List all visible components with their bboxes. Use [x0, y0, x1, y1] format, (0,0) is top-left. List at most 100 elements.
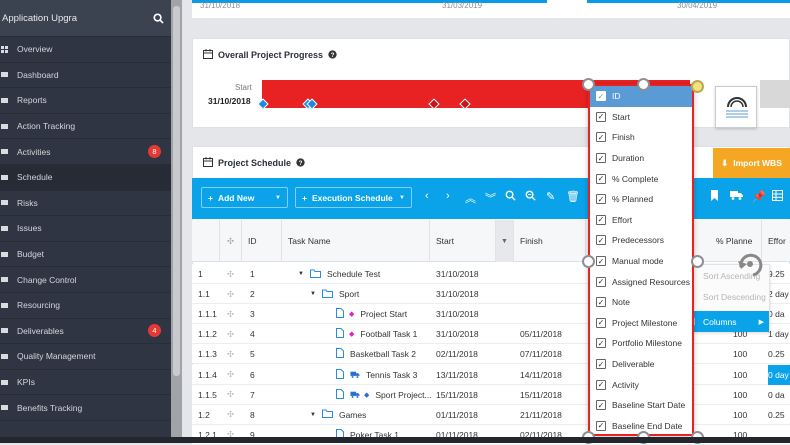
checkbox[interactable]: ✓: [596, 379, 606, 390]
rotate-handle[interactable]: [691, 80, 704, 93]
table-row[interactable]: 1.1.3 ✣ 5 Basketball Task 2 02/11/2018 07/11/…: [192, 344, 790, 365]
checkbox[interactable]: ✓: [596, 214, 606, 225]
columns-menu-item[interactable]: ▥ Columns ▶: [681, 311, 769, 332]
edit-icon[interactable]: ✎: [546, 190, 555, 203]
column-option-complete[interactable]: ✓ % Complete: [590, 168, 692, 189]
checkbox[interactable]: ✓: [596, 132, 606, 143]
floating-widget[interactable]: [715, 86, 757, 128]
delete-icon[interactable]: 🗑: [566, 190, 580, 203]
add-new-button[interactable]: + Add New ▼: [201, 187, 288, 208]
cell-task[interactable]: ◆ Football Task 1: [322, 324, 417, 344]
cell-task[interactable]: ▼ Sport: [310, 284, 359, 304]
cell-task[interactable]: ◆ Project Start: [322, 304, 407, 324]
checkbox[interactable]: ✓: [596, 91, 606, 102]
column-option-duration[interactable]: ✓ Duration: [590, 148, 692, 169]
header-start[interactable]: Start: [430, 220, 496, 262]
sidebar-item-deliverables[interactable]: Deliverables 4: [0, 319, 171, 345]
resize-handle[interactable]: [582, 255, 595, 268]
sidebar-item-resourcing[interactable]: Resourcing: [0, 293, 171, 319]
drag-handle-icon[interactable]: ✣: [227, 304, 234, 324]
column-option-planned[interactable]: ✓ % Planned: [590, 189, 692, 210]
sidebar-item-change-control[interactable]: Change Control: [0, 267, 171, 293]
pin-icon[interactable]: 📌: [752, 190, 766, 203]
checkbox[interactable]: ✓: [596, 256, 606, 267]
checkbox[interactable]: ✓: [596, 194, 606, 205]
search-icon[interactable]: [145, 12, 171, 24]
sidebar-item-budget[interactable]: Budget: [0, 242, 171, 268]
chevron-left-icon[interactable]: ‹: [425, 190, 429, 202]
checkbox[interactable]: ✓: [596, 235, 606, 246]
drag-handle-icon[interactable]: ✣: [227, 284, 234, 304]
table-row[interactable]: 1.2 ✣ 8 ▼ Games 01/11/2018 21/11/2018 100 0.25: [192, 404, 790, 425]
bookmark-icon[interactable]: [710, 190, 719, 204]
checkbox[interactable]: ✓: [596, 317, 606, 328]
column-option-note[interactable]: ✓ Note: [590, 292, 692, 313]
sidebar-item-overview[interactable]: Overview: [0, 37, 171, 63]
expand-all-icon[interactable]: ︾: [485, 190, 496, 206]
checkbox[interactable]: ✓: [596, 111, 606, 122]
cell-task[interactable]: Tennis Task 3: [322, 365, 417, 385]
sidebar-item-activities[interactable]: Activities 8: [0, 139, 171, 165]
help-icon[interactable]: ?: [328, 49, 337, 61]
drag-handle-icon[interactable]: ✣: [227, 365, 234, 385]
sidebar-item-risks[interactable]: Risks: [0, 191, 171, 217]
import-wbs-button[interactable]: ⬇ Import WBS: [713, 148, 790, 178]
cell-task[interactable]: Basketball Task 2: [322, 344, 416, 364]
chevron-right-icon[interactable]: ›: [446, 190, 450, 202]
column-option-project-milestone[interactable]: ✓ Project Milestone: [590, 313, 692, 334]
cell-task[interactable]: ▼ Schedule Test: [298, 264, 380, 284]
sidebar-item-kpis[interactable]: KPIs: [0, 370, 171, 396]
sidebar-item-issues[interactable]: Issues: [0, 216, 171, 242]
column-option-baseline-start-date[interactable]: ✓ Baseline Start Date: [590, 395, 692, 416]
drag-handle-icon[interactable]: ✣: [227, 324, 234, 344]
execution-schedule-button[interactable]: + Execution Schedule ▼: [295, 187, 412, 208]
column-option-deliverable[interactable]: ✓ Deliverable: [590, 354, 692, 375]
drag-handle-icon[interactable]: ✣: [227, 385, 234, 405]
sidebar-item-action-tracking[interactable]: Action Tracking: [0, 114, 171, 140]
drag-handle-icon[interactable]: ✣: [227, 405, 234, 425]
column-option-finish[interactable]: ✓ Finish: [590, 127, 692, 148]
checkbox[interactable]: ✓: [596, 276, 606, 287]
sidebar-item-reports[interactable]: Reports: [0, 88, 171, 114]
caret-down-icon[interactable]: ▼: [310, 291, 316, 297]
drag-handle-icon[interactable]: ✣: [227, 264, 234, 284]
sort-descending-item[interactable]: ↕ Sort Descending: [681, 286, 769, 307]
drag-handle-icon[interactable]: ✣: [227, 344, 234, 364]
header-id[interactable]: ID: [242, 220, 282, 262]
table-row[interactable]: 1.1.5 ✣ 7 ◆ Sport Project... 15/11/2018 15/11/…: [192, 384, 790, 405]
resize-handle[interactable]: [637, 78, 650, 91]
scrollbar-thumb[interactable]: [173, 6, 180, 376]
checkbox[interactable]: ✓: [596, 359, 606, 370]
checkbox[interactable]: ✓: [596, 297, 606, 308]
column-option-predecessors[interactable]: ✓ Predecessors: [590, 230, 692, 251]
caret-down-icon[interactable]: ▼: [310, 412, 316, 418]
column-option-assigned-resources[interactable]: ✓ Assigned Resources: [590, 271, 692, 292]
column-option-manual-mode[interactable]: ✓ Manual mode: [590, 251, 692, 272]
sidebar-item-dashboard[interactable]: Dashboard: [0, 63, 171, 89]
drag-handle-icon[interactable]: ✣: [220, 220, 242, 262]
sidebar-scrollbar[interactable]: [171, 0, 182, 443]
caret-down-icon[interactable]: ▼: [298, 271, 304, 277]
collapse-all-icon[interactable]: ︽: [465, 190, 476, 206]
resize-handle[interactable]: [582, 78, 595, 91]
column-menu-caret-icon[interactable]: ▼: [496, 220, 514, 262]
zoom-in-icon[interactable]: [505, 190, 516, 204]
checkbox[interactable]: ✓: [596, 153, 606, 164]
zoom-out-icon[interactable]: [525, 190, 536, 204]
checkbox[interactable]: ✓: [596, 420, 606, 431]
sidebar-item-quality-management[interactable]: Quality Management: [0, 344, 171, 370]
column-option-activity[interactable]: ✓ Activity: [590, 374, 692, 395]
sidebar-item-schedule[interactable]: Schedule: [0, 164, 171, 191]
sidebar-item-benefits-tracking[interactable]: Benefits Tracking: [0, 395, 171, 421]
cell-task[interactable]: ◆ Sport Project...: [322, 385, 432, 405]
checkbox[interactable]: ✓: [596, 338, 606, 349]
column-option-start[interactable]: ✓ Start: [590, 107, 692, 128]
checkbox[interactable]: ✓: [596, 173, 606, 184]
grid-view-icon[interactable]: [772, 190, 783, 204]
help-icon[interactable]: ?: [296, 157, 305, 169]
checkbox[interactable]: ✓: [596, 400, 606, 411]
project-title[interactable]: Application Upgra: [2, 13, 145, 24]
truck-icon[interactable]: [730, 190, 743, 203]
table-row[interactable]: 1.1.4 ✣ 6 Tennis Task 3 13/11/2018 14/11/2018…: [192, 364, 790, 385]
header-task-name[interactable]: Task Name: [282, 220, 430, 262]
